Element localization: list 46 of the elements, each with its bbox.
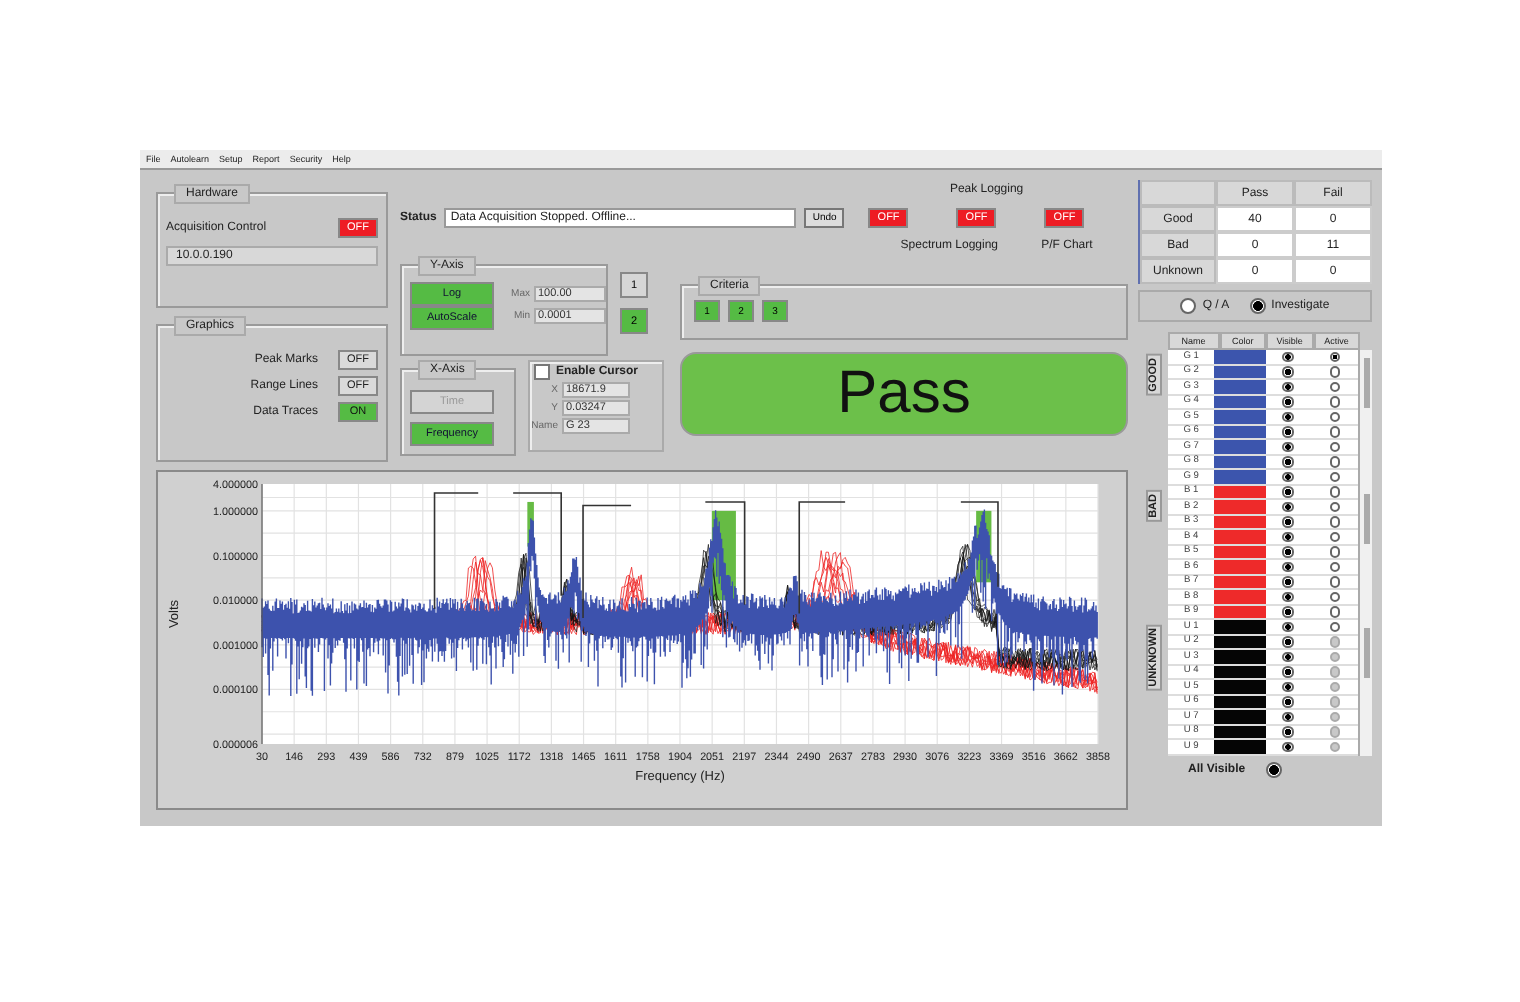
cursor-checkbox[interactable] bbox=[534, 364, 550, 380]
active-radio[interactable] bbox=[1329, 381, 1341, 392]
active-radio[interactable] bbox=[1329, 486, 1341, 497]
active-radio[interactable] bbox=[1329, 411, 1341, 422]
visible-radio[interactable] bbox=[1282, 381, 1294, 392]
visible-radio[interactable] bbox=[1282, 606, 1294, 617]
visible-radio[interactable] bbox=[1282, 546, 1294, 557]
active-radio[interactable] bbox=[1329, 576, 1341, 587]
active-radio[interactable] bbox=[1329, 456, 1341, 467]
mode-radio[interactable] bbox=[1249, 298, 1266, 314]
visible-radio[interactable] bbox=[1282, 486, 1294, 497]
visible-radio[interactable] bbox=[1282, 441, 1294, 452]
active-radio[interactable] bbox=[1329, 591, 1341, 602]
active-radio[interactable] bbox=[1329, 531, 1341, 542]
result-indicator: Pass bbox=[680, 352, 1128, 436]
visible-radio[interactable] bbox=[1282, 411, 1294, 422]
visible-radio[interactable] bbox=[1282, 516, 1294, 527]
active-radio[interactable] bbox=[1329, 546, 1341, 557]
visible-radio[interactable] bbox=[1282, 621, 1294, 632]
visible-radio[interactable] bbox=[1282, 366, 1294, 377]
mode-radio[interactable] bbox=[1180, 298, 1197, 314]
all-visible-radio[interactable] bbox=[1265, 761, 1282, 777]
visible-radio[interactable] bbox=[1282, 576, 1294, 587]
active-radio[interactable] bbox=[1329, 366, 1341, 377]
active-radio[interactable] bbox=[1329, 621, 1341, 632]
active-radio[interactable] bbox=[1329, 351, 1341, 362]
scrollbar[interactable] bbox=[1358, 350, 1372, 485]
active-radio[interactable] bbox=[1329, 396, 1341, 407]
active-radio[interactable] bbox=[1329, 516, 1341, 527]
visible-radio[interactable] bbox=[1282, 456, 1294, 467]
active-radio[interactable] bbox=[1329, 426, 1341, 437]
active-radio[interactable] bbox=[1329, 441, 1341, 452]
visible-radio[interactable] bbox=[1282, 591, 1294, 602]
visible-radio[interactable] bbox=[1282, 471, 1294, 482]
visible-radio[interactable] bbox=[1282, 396, 1294, 407]
active-radio[interactable] bbox=[1329, 501, 1341, 512]
table-corner bbox=[1140, 180, 1216, 206]
visible-radio[interactable] bbox=[1282, 351, 1294, 362]
active-radio[interactable] bbox=[1329, 561, 1341, 572]
visible-radio[interactable] bbox=[1282, 561, 1294, 572]
visible-radio[interactable] bbox=[1282, 501, 1294, 512]
visible-radio[interactable] bbox=[1282, 531, 1294, 542]
active-radio[interactable] bbox=[1329, 606, 1341, 617]
visible-radio[interactable] bbox=[1282, 426, 1294, 437]
active-radio[interactable] bbox=[1329, 471, 1341, 482]
scrollbar[interactable] bbox=[1358, 620, 1372, 755]
